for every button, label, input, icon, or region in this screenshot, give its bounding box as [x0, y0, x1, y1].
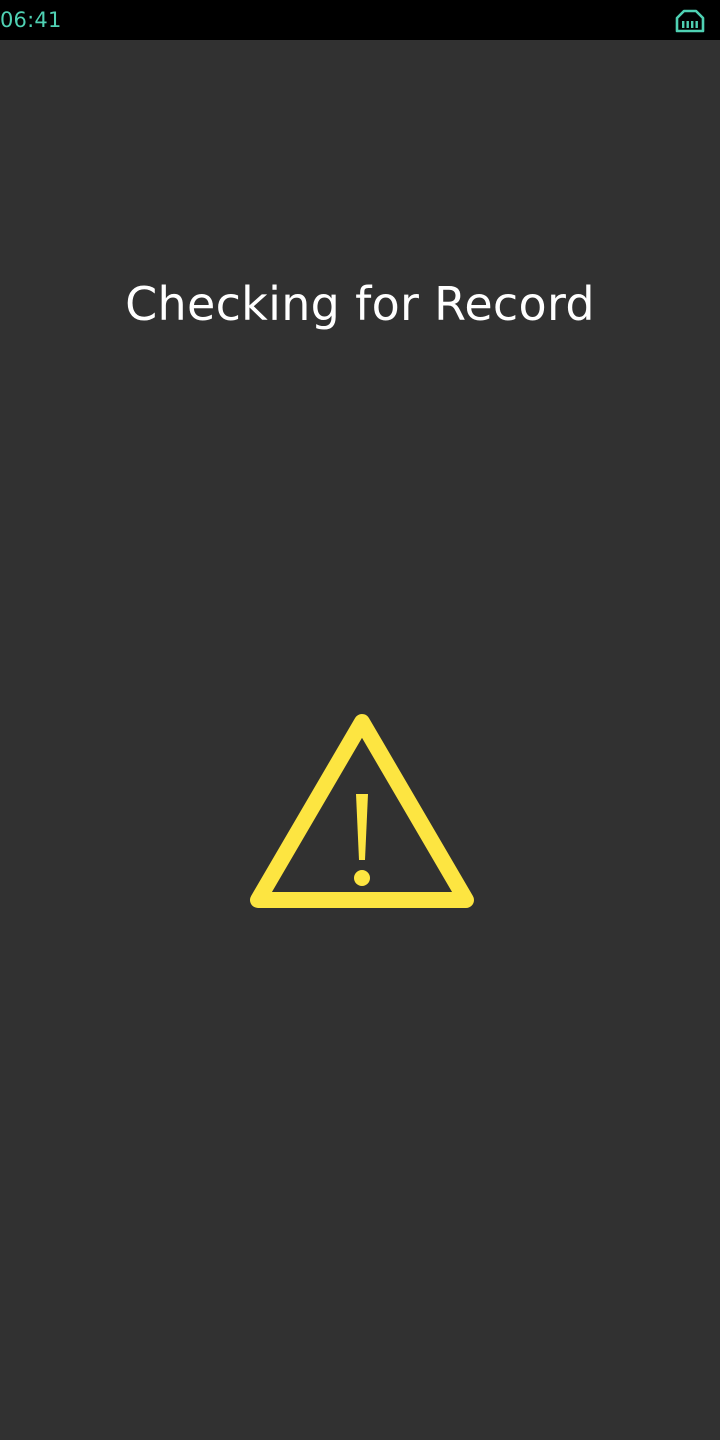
warning-icon [250, 714, 474, 908]
page-title: Checking for Record [125, 277, 595, 331]
status-clock: 06:41 [0, 8, 62, 32]
status-bar: 06:41 [0, 0, 720, 40]
ethernet-icon [675, 9, 705, 33]
